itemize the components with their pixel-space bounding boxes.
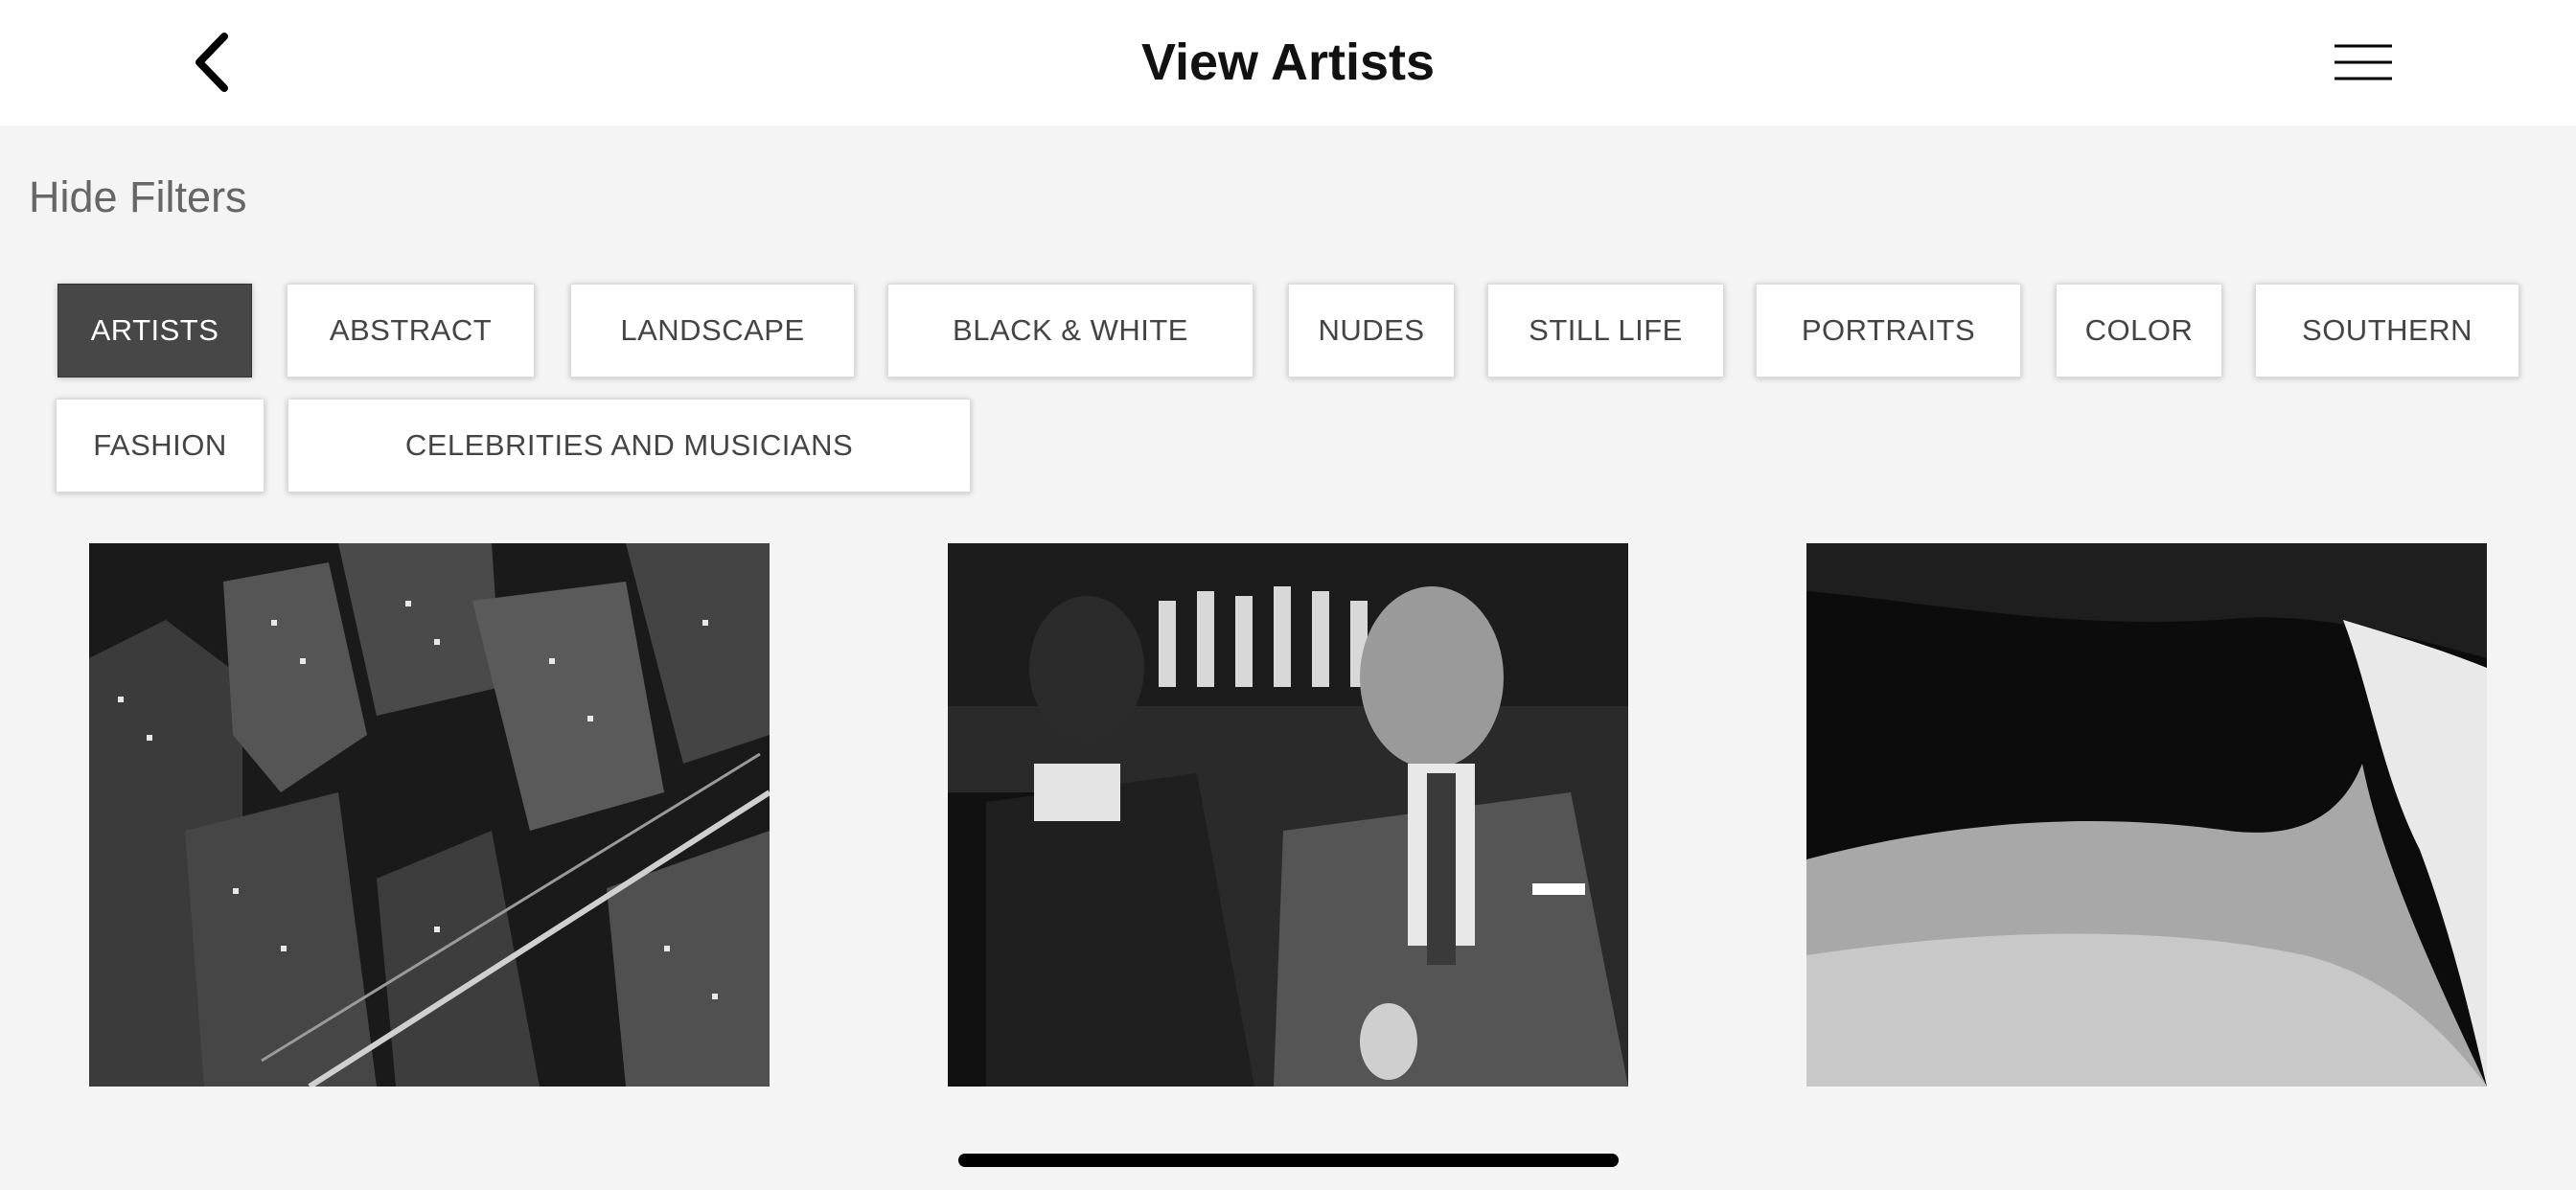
filter-chip-landscape[interactable]: LANDSCAPE	[570, 284, 855, 378]
filter-chip-celebrities-musicians[interactable]: CELEBRITIES AND MUSICIANS	[288, 399, 971, 492]
hamburger-menu-icon	[2334, 44, 2392, 80]
page-title: View Artists	[1140, 34, 1436, 91]
menu-button[interactable]	[2329, 38, 2396, 86]
filter-chip-color[interactable]: COLOR	[2056, 284, 2222, 378]
artwork-thumbnail-dune[interactable]	[1806, 543, 2487, 1087]
filter-chip-fashion[interactable]: FASHION	[56, 399, 264, 492]
filter-chip-abstract[interactable]: ABSTRACT	[287, 284, 535, 378]
filter-chip-black-white[interactable]: BLACK & WHITE	[887, 284, 1254, 378]
filter-chip-portraits[interactable]: PORTRAITS	[1756, 284, 2021, 378]
filter-chip-southern[interactable]: SOUTHERN	[2255, 284, 2519, 378]
sand-dune-photo	[1806, 543, 2487, 1087]
filter-chip-artists[interactable]: ARTISTS	[58, 284, 252, 378]
filter-chip-nudes[interactable]: NUDES	[1288, 284, 1455, 378]
aerial-city-night-photo	[89, 543, 770, 1087]
artwork-thumbnail-city[interactable]	[89, 543, 770, 1087]
artwork-thumbnail-bar[interactable]	[948, 543, 1628, 1087]
two-men-at-bar-photo	[948, 543, 1628, 1087]
back-button[interactable]	[182, 29, 249, 96]
home-indicator	[958, 1154, 1619, 1167]
top-nav-bar: View Artists	[0, 0, 2576, 126]
hide-filters-toggle[interactable]: Hide Filters	[29, 171, 247, 224]
filter-chip-still-life[interactable]: STILL LIFE	[1487, 284, 1724, 378]
chevron-left-icon	[196, 33, 228, 92]
